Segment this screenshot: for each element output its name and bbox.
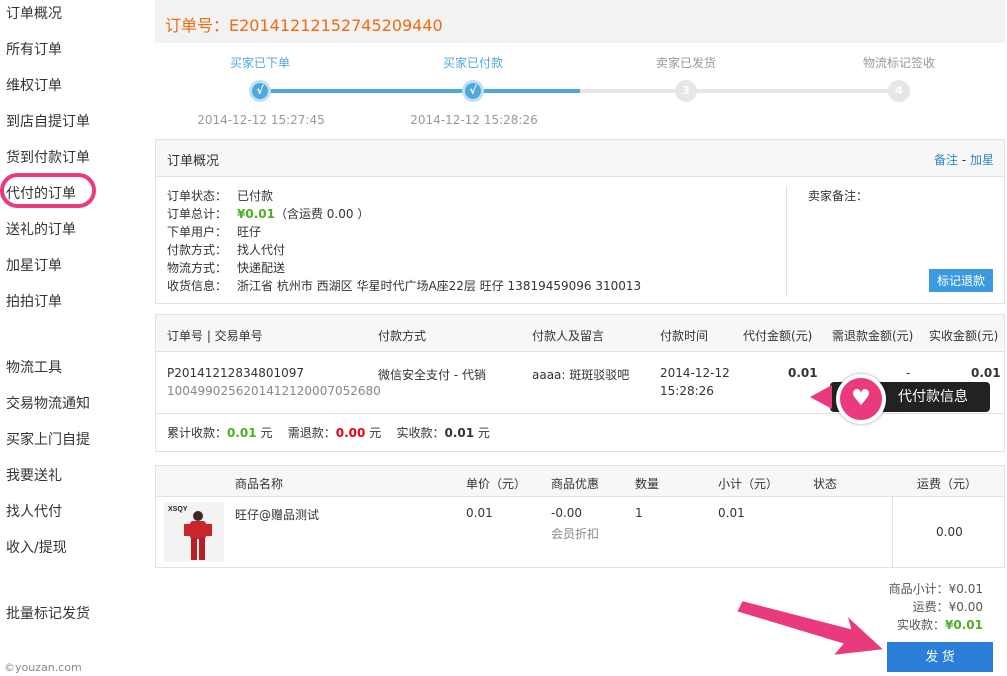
summary-received: 实收款：¥0.01 — [897, 618, 983, 632]
product-price: 0.01 — [466, 506, 493, 520]
product-name-link[interactable]: 旺仔@赠品测试 — [235, 506, 319, 523]
overview-actions: 备注 - 加星 — [934, 151, 994, 168]
col-unit-price: 单价（元） — [466, 477, 527, 491]
payment-totals: 累计收款：0.01 元 需退款：0.00 元 实收款：0.01 元 — [167, 426, 490, 440]
step-dot-paid: √ — [462, 80, 484, 102]
overview-title: 订单概况 — [167, 154, 220, 169]
field-address: 收货信息： 浙江省 杭州市 西湖区 华星时代广场A座22层 旺仔 13819459… — [167, 279, 642, 293]
payment-received-amount: 0.01 — [971, 366, 1001, 380]
progress-track-pending — [580, 89, 900, 93]
col-shipping-fee: 运费（元） — [917, 477, 978, 491]
sidebar-item-starred-orders[interactable]: 加星订单 — [6, 255, 62, 275]
link-separator: - — [958, 153, 970, 167]
payment-refund-amount: - — [906, 366, 911, 380]
col-payer: 付款人及留言 — [532, 329, 605, 343]
order-number: 订单号：E20141212152745209440 — [165, 16, 443, 35]
sidebar-item-logistics-tools[interactable]: 物流工具 — [6, 357, 62, 377]
sidebar-item-buyer-pickup[interactable]: 买家上门自提 — [6, 429, 90, 449]
thumb-text: XSQY — [168, 506, 188, 513]
payment-method: 微信安全支付 - 代销 — [378, 368, 486, 382]
divider — [786, 186, 787, 296]
sidebar-item-logistics-notice[interactable]: 交易物流通知 — [6, 393, 90, 413]
field-pay-method: 付款方式： 找人代付 — [167, 243, 286, 257]
payment-trade-no: 1004990256201412120007052680 — [167, 384, 381, 398]
ship-button[interactable]: 发 货 — [887, 642, 993, 672]
watermark: ©youzan.com — [4, 661, 82, 674]
note-link[interactable]: 备注 — [934, 153, 958, 167]
field-order-status: 订单状态： 已付款 — [167, 189, 274, 203]
product-discount: -0.00 — [551, 506, 583, 520]
payment-time: 15:28:26 — [660, 384, 714, 398]
product-table: 商品名称 单价（元） 商品优惠 数量 小计（元） 状态 运费（元） XSQY 旺… — [155, 465, 1005, 568]
callout-pointer — [810, 385, 832, 409]
overview-header: 订单概况 备注 - 加星 — [156, 140, 1004, 177]
proxy-payment-callout: 代付款信息 ♥ — [810, 374, 990, 424]
star-link[interactable]: 加星 — [970, 153, 994, 167]
sidebar-item-overview[interactable]: 订单概况 — [6, 3, 62, 23]
field-order-total: 订单总计： ¥0.01（含运费 0.00 ） — [167, 207, 370, 221]
product-discount-note: 会员折扣 — [551, 527, 600, 541]
product-thumbnail[interactable]: XSQY — [164, 502, 224, 562]
order-header: 订单号：E20141212152745209440 — [155, 0, 1005, 43]
col-proxy-amount: 代付金额(元) — [743, 329, 813, 343]
sidebar-item-pickup-orders[interactable]: 到店自提订单 — [6, 111, 90, 131]
progress-track-done — [260, 89, 580, 93]
col-quantity: 数量 — [635, 477, 660, 491]
sidebar-item-dispute-orders[interactable]: 维权订单 — [6, 75, 62, 95]
col-pay-method: 付款方式 — [378, 329, 427, 343]
sidebar-item-all-orders[interactable]: 所有订单 — [6, 39, 62, 59]
sidebar-item-batch-ship[interactable]: 批量标记发货 — [6, 603, 90, 623]
seller-note-label: 卖家备注： — [808, 189, 869, 203]
payment-proxy-amount: 0.01 — [788, 366, 818, 380]
sidebar-item-send-gift[interactable]: 我要送礼 — [6, 465, 62, 485]
col-order-no: 订单号 | 交易单号 — [167, 329, 263, 343]
product-shipping: 0.00 — [936, 525, 963, 539]
summary-goods: 商品小计：¥0.01 — [888, 582, 983, 596]
payment-payer: aaaa: 斑斑驳驳吧 — [532, 368, 630, 382]
col-product-name: 商品名称 — [235, 477, 284, 491]
sidebar-item-paipai-orders[interactable]: 拍拍订单 — [6, 291, 62, 311]
sidebar: 订单概况 所有订单 维权订单 到店自提订单 货到付款订单 代付的订单 送礼的订单… — [0, 0, 150, 676]
step-label-paid: 买家已付款 — [442, 56, 503, 70]
step-label-received: 物流标记签收 — [862, 56, 935, 70]
col-status: 状态 — [813, 477, 838, 491]
product-quantity: 1 — [635, 506, 643, 520]
payment-date: 2014-12-12 — [660, 366, 730, 380]
step-dot-shipped: 3 — [675, 80, 697, 102]
step-label-ordered: 买家已下单 — [229, 56, 290, 70]
shipping-divider — [892, 497, 893, 568]
payment-order-no: P20141212834801097 — [167, 366, 305, 380]
product-subtotal: 0.01 — [718, 506, 745, 520]
col-refund-amount: 需退款金额(元) — [832, 329, 914, 343]
step-label-shipped: 卖家已发货 — [655, 56, 716, 70]
order-overview-panel: 订单概况 备注 - 加星 订单状态： 已付款 订单总计： ¥0.01（含运费 0.0… — [155, 139, 1005, 304]
step-time-paid: 2014-12-12 15:28:26 — [410, 113, 538, 127]
col-pay-time: 付款时间 — [660, 329, 709, 343]
step-time-ordered: 2014-12-12 15:27:45 — [197, 113, 325, 127]
sidebar-item-find-payer[interactable]: 找人代付 — [6, 501, 62, 521]
sidebar-item-cod-orders[interactable]: 货到付款订单 — [6, 147, 90, 167]
mark-refund-button[interactable]: 标记退款 — [928, 269, 993, 292]
step-dot-ordered: √ — [249, 80, 271, 102]
field-buyer: 下单用户： 旺仔 — [167, 225, 262, 239]
col-discount: 商品优惠 — [551, 477, 600, 491]
col-subtotal: 小计（元） — [718, 477, 779, 491]
sidebar-item-income-withdraw[interactable]: 收入/提现 — [6, 537, 67, 557]
step-dot-received: 4 — [888, 80, 910, 102]
heart-icon: ♥ — [836, 374, 886, 424]
col-received-amount: 实收金额(元) — [929, 329, 999, 343]
highlight-circle — [0, 173, 96, 208]
summary-shipping: 运费：¥0.00 — [912, 600, 983, 614]
sidebar-item-gift-orders[interactable]: 送礼的订单 — [6, 219, 76, 239]
field-shipping-method: 物流方式： 快递配送 — [167, 261, 286, 275]
